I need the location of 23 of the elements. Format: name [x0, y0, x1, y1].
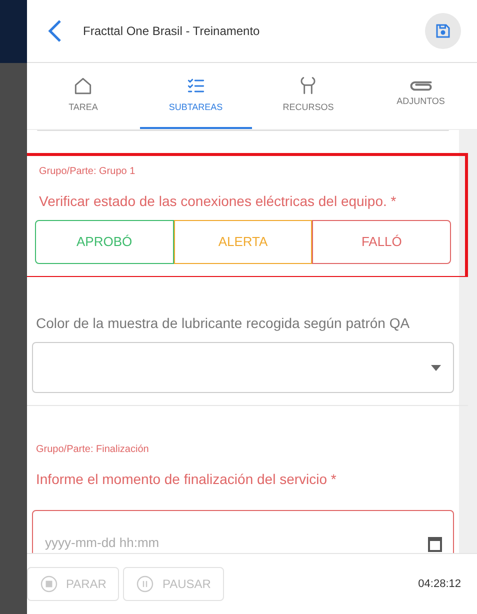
- tab[interactable]: RECURSOS: [252, 63, 364, 129]
- pause-icon: [136, 575, 154, 593]
- question-label: Color de la muestra de lubricante recogida según patrón QA: [35, 314, 411, 333]
- tab[interactable]: TAREA: [27, 63, 140, 129]
- back-icon: [48, 19, 62, 43]
- tab[interactable]: ADJUNTOS: [364, 63, 477, 129]
- group-label: Grupo/Parte: Grupo 1: [38, 165, 136, 179]
- save-button[interactable]: [425, 13, 461, 49]
- option-button[interactable]: ALERTA: [174, 220, 312, 264]
- select-field[interactable]: [32, 342, 454, 393]
- date-time-field[interactable]: yyyy-mm-dd hh:mm: [32, 510, 454, 553]
- calendar-icon: [428, 536, 442, 552]
- option-button[interactable]: FALLÓ: [312, 220, 452, 264]
- tab[interactable]: SUBTAREAS: [140, 63, 252, 129]
- elapsed-time: 04:28:12: [418, 576, 461, 592]
- question-label: Verificar estado de las conexiones eléctricas del equipo. *: [38, 192, 398, 211]
- window-title: Fracttal One Brasil - Treinamento: [83, 23, 261, 40]
- group-label: Grupo/Parte: Finalización: [35, 443, 150, 457]
- paperclip-icon: [410, 81, 432, 92]
- question-label: Informe el momento de finalización del servicio *: [35, 470, 338, 489]
- dropdown-caret-icon: [431, 364, 441, 370]
- option-button[interactable]: APROBÓ: [35, 220, 174, 264]
- stop-icon: [40, 575, 58, 593]
